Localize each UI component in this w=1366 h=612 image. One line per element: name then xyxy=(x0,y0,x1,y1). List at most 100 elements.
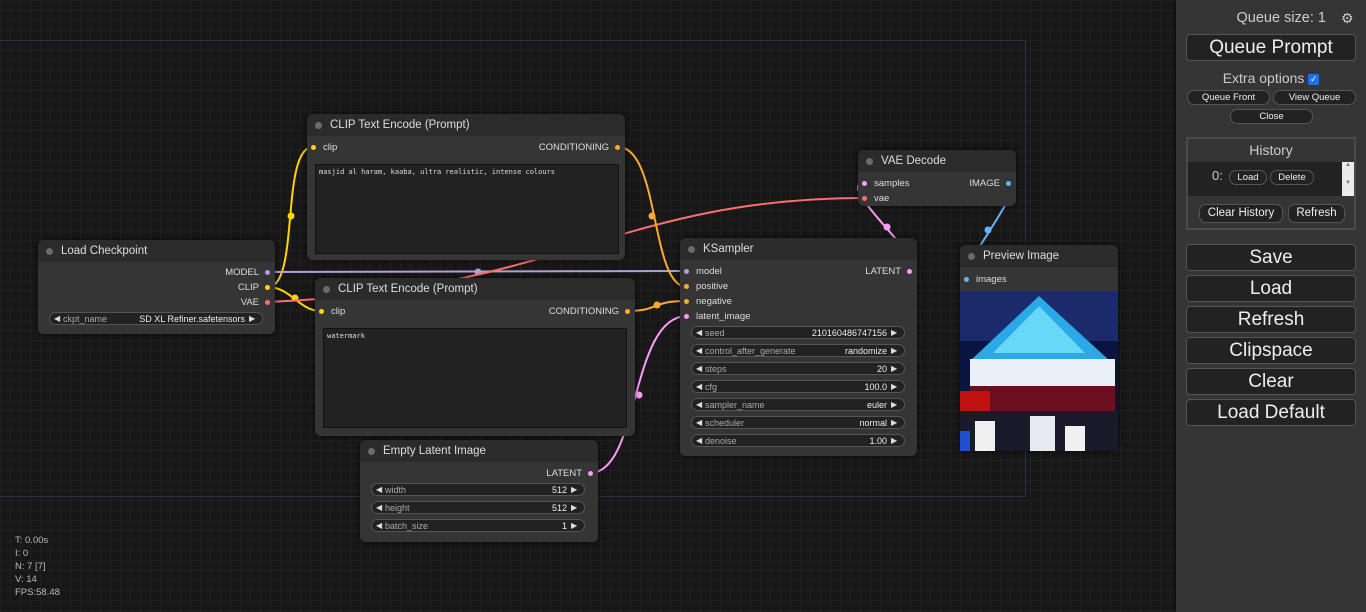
slot-dot[interactable] xyxy=(684,268,689,274)
slot-dot[interactable] xyxy=(684,298,689,304)
node-title[interactable]: Load Checkpoint xyxy=(38,240,275,262)
right-arrow-icon[interactable]: ▶ xyxy=(891,382,900,391)
left-arrow-icon[interactable]: ◀ xyxy=(376,485,385,494)
slot-dot[interactable] xyxy=(319,308,324,314)
collapse-dot[interactable] xyxy=(968,252,975,260)
history-refresh-button[interactable]: Refresh xyxy=(1288,204,1345,223)
right-arrow-icon[interactable]: ▶ xyxy=(891,418,900,427)
slot-dot[interactable] xyxy=(588,470,593,476)
input-negative[interactable]: negative xyxy=(684,294,732,308)
node-title[interactable]: CLIP Text Encode (Prompt) xyxy=(307,114,625,136)
scroll-down-icon[interactable]: ▼ xyxy=(1342,180,1354,186)
left-arrow-icon[interactable]: ◀ xyxy=(376,503,385,512)
slot-dot[interactable] xyxy=(964,276,969,282)
slot-dot[interactable] xyxy=(1006,180,1011,186)
left-arrow-icon[interactable]: ◀ xyxy=(696,346,705,355)
left-arrow-icon[interactable]: ◀ xyxy=(696,382,705,391)
empty-latent-image-node[interactable]: Empty Latent Image LATENT ◀ width 512 ▶ ◀ he… xyxy=(360,440,598,542)
load-checkpoint-node[interactable]: Load Checkpoint MODEL CLIP VAE ◀ ckpt_na… xyxy=(38,240,275,334)
ksampler-node[interactable]: KSampler model positive negative latent_… xyxy=(680,238,917,456)
slot-dot[interactable] xyxy=(265,284,270,290)
input-positive[interactable]: positive xyxy=(684,279,728,293)
node-title[interactable]: VAE Decode xyxy=(858,150,1016,172)
clip-text-encode-negative-node[interactable]: CLIP Text Encode (Prompt) clip CONDITION… xyxy=(315,278,635,436)
history-load-button[interactable]: Load xyxy=(1229,170,1267,185)
close-button[interactable]: Close xyxy=(1230,109,1313,124)
scheduler-widget[interactable]: ◀ scheduler normal ▶ xyxy=(691,416,905,429)
right-arrow-icon[interactable]: ▶ xyxy=(891,328,900,337)
left-arrow-icon[interactable]: ◀ xyxy=(376,521,385,530)
batch-size-widget[interactable]: ◀ batch_size 1 ▶ xyxy=(371,519,585,532)
slot-dot[interactable] xyxy=(265,299,270,305)
sampler-name-widget[interactable]: ◀ sampler_name euler ▶ xyxy=(691,398,905,411)
steps-widget[interactable]: ◀ steps 20 ▶ xyxy=(691,362,905,375)
node-title[interactable]: KSampler xyxy=(680,238,917,260)
input-clip[interactable]: clip xyxy=(319,304,345,318)
right-arrow-icon[interactable]: ▶ xyxy=(571,503,580,512)
collapse-dot[interactable] xyxy=(688,245,695,253)
node-title[interactable]: Empty Latent Image xyxy=(360,440,598,462)
output-model[interactable]: MODEL xyxy=(225,265,270,279)
right-arrow-icon[interactable]: ▶ xyxy=(891,436,900,445)
clip-text-encode-positive-node[interactable]: CLIP Text Encode (Prompt) clip CONDITION… xyxy=(307,114,625,260)
save-button[interactable]: Save xyxy=(1186,244,1356,271)
slot-dot[interactable] xyxy=(684,313,689,319)
right-arrow-icon[interactable]: ▶ xyxy=(249,314,258,323)
output-conditioning[interactable]: CONDITIONING xyxy=(539,140,620,154)
prompt-textarea[interactable]: watermark xyxy=(323,328,627,428)
collapse-dot[interactable] xyxy=(323,285,330,293)
prompt-textarea[interactable]: masjid al haram, kaaba, ultra realistic,… xyxy=(315,164,619,254)
denoise-widget[interactable]: ◀ denoise 1.00 ▶ xyxy=(691,434,905,447)
collapse-dot[interactable] xyxy=(315,121,322,129)
output-conditioning[interactable]: CONDITIONING xyxy=(549,304,630,318)
node-title[interactable]: Preview Image xyxy=(960,245,1118,267)
slot-dot[interactable] xyxy=(265,269,270,275)
queue-prompt-button[interactable]: Queue Prompt xyxy=(1186,34,1356,61)
collapse-dot[interactable] xyxy=(866,157,873,165)
collapse-dot[interactable] xyxy=(368,447,375,455)
slot-dot[interactable] xyxy=(862,180,867,186)
slot-dot[interactable] xyxy=(907,268,912,274)
control-after-generate-widget[interactable]: ◀ control_after_generate randomize ▶ xyxy=(691,344,905,357)
slot-dot[interactable] xyxy=(311,144,316,150)
refresh-button[interactable]: Refresh xyxy=(1186,306,1356,333)
output-latent[interactable]: LATENT xyxy=(865,264,912,278)
right-arrow-icon[interactable]: ▶ xyxy=(571,521,580,530)
right-arrow-icon[interactable]: ▶ xyxy=(571,485,580,494)
extra-options-checkbox[interactable]: ✓ xyxy=(1308,74,1320,85)
right-arrow-icon[interactable]: ▶ xyxy=(891,400,900,409)
preview-image-node[interactable]: Preview Image images xyxy=(960,245,1118,451)
left-arrow-icon[interactable]: ◀ xyxy=(696,400,705,409)
vae-decode-node[interactable]: VAE Decode samples vae IMAGE xyxy=(858,150,1016,206)
output-clip[interactable]: CLIP xyxy=(238,280,270,294)
slot-dot[interactable] xyxy=(615,144,620,150)
clear-button[interactable]: Clear xyxy=(1186,368,1356,395)
history-delete-button[interactable]: Delete xyxy=(1270,170,1314,185)
output-latent[interactable]: LATENT xyxy=(546,466,593,480)
scroll-up-icon[interactable]: ▲ xyxy=(1342,162,1354,168)
slot-dot[interactable] xyxy=(684,283,689,289)
output-image[interactable]: IMAGE xyxy=(969,176,1011,190)
history-list[interactable]: 0: Load Delete ▲ ▼ xyxy=(1188,162,1354,196)
load-default-button[interactable]: Load Default xyxy=(1186,399,1356,426)
slot-dot[interactable] xyxy=(862,195,867,201)
left-arrow-icon[interactable]: ◀ xyxy=(696,328,705,337)
left-arrow-icon[interactable]: ◀ xyxy=(696,364,705,373)
queue-front-button[interactable]: Queue Front xyxy=(1187,90,1270,105)
left-arrow-icon[interactable]: ◀ xyxy=(696,436,705,445)
load-button[interactable]: Load xyxy=(1186,275,1356,302)
history-scrollbar[interactable]: ▲ ▼ xyxy=(1342,162,1354,196)
collapse-dot[interactable] xyxy=(46,247,53,255)
input-model[interactable]: model xyxy=(684,264,722,278)
input-images[interactable]: images xyxy=(964,272,1007,286)
input-clip[interactable]: clip xyxy=(311,140,337,154)
gear-icon[interactable]: ⚙ xyxy=(1341,10,1354,27)
slot-dot[interactable] xyxy=(625,308,630,314)
left-arrow-icon[interactable]: ◀ xyxy=(696,418,705,427)
left-arrow-icon[interactable]: ◀ xyxy=(54,314,63,323)
input-latent-image[interactable]: latent_image xyxy=(684,309,750,323)
clear-history-button[interactable]: Clear History xyxy=(1199,204,1283,223)
output-vae[interactable]: VAE xyxy=(241,295,270,309)
right-arrow-icon[interactable]: ▶ xyxy=(891,346,900,355)
ckpt-name-widget[interactable]: ◀ ckpt_name SD XL Refiner.safetensors ▶ xyxy=(49,312,263,325)
